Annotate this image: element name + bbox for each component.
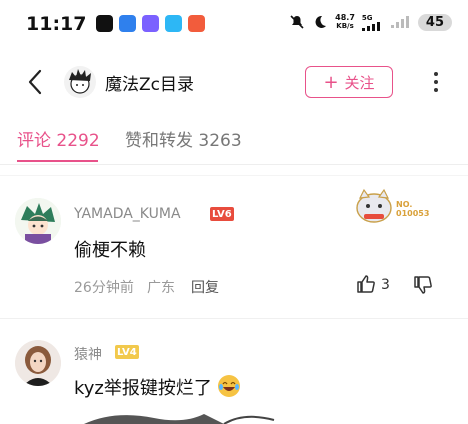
fan-badge-number: NO. 010053 <box>396 200 429 218</box>
signal-icon-2 <box>390 16 409 28</box>
level-badge: LV6 <box>210 207 234 221</box>
commenter-username[interactable]: 猿神 <box>74 344 102 364</box>
tab-comments[interactable]: 评论 2292 <box>17 126 100 151</box>
clock: 11:17 <box>26 13 87 35</box>
fan-badge-digits: 010053 <box>396 209 430 218</box>
app-header: 魔法Zc目录 + 关注 <box>0 56 468 108</box>
fan-badge <box>352 188 396 228</box>
follow-label: 关注 <box>344 73 375 92</box>
portrait-avatar-icon <box>15 340 61 386</box>
follow-button[interactable]: + 关注 <box>305 66 393 98</box>
app-icon-purple <box>142 15 159 32</box>
thumbs-down-icon[interactable] <box>413 275 433 295</box>
divider <box>0 175 468 176</box>
signal-icon <box>361 21 380 31</box>
app-icon-blue <box>119 15 136 32</box>
level-badge: LV4 <box>115 345 139 359</box>
comment-text: 偷梗不赖 <box>74 240 146 261</box>
author-avatar[interactable] <box>64 66 96 98</box>
anime-avatar-icon <box>69 69 91 94</box>
author-name[interactable]: 魔法Zc目录 <box>105 70 194 95</box>
reply-button[interactable]: 回复 <box>191 277 219 297</box>
divider <box>0 318 468 319</box>
more-options-icon[interactable] <box>428 70 444 94</box>
comment-text-content: kyz举报键按烂了 <box>74 378 212 399</box>
active-tab-indicator <box>17 160 98 162</box>
comment-time: 26分钟前 <box>74 280 134 296</box>
system-icons: 48.7 KB/s 5G 45 <box>289 13 452 31</box>
anime-avatar-icon <box>15 198 61 244</box>
plus-icon: + <box>323 71 339 93</box>
net-speed: 48.7 KB/s <box>335 13 355 31</box>
mute-icon <box>290 15 304 29</box>
qq-icon <box>96 15 113 32</box>
cat-badge-icon <box>356 188 392 223</box>
moon-icon <box>315 15 327 28</box>
status-bar: 11:17 48.7 KB/s 5G 45 <box>0 0 468 50</box>
thumbs-up-icon[interactable] <box>356 274 376 294</box>
network-type: 5G <box>361 13 373 22</box>
commenter-avatar[interactable] <box>15 198 61 244</box>
app-icon-cyan <box>165 15 182 32</box>
like-count: 3 <box>381 277 390 293</box>
commenter-username[interactable]: YAMADA_KUMA <box>74 206 181 222</box>
app-icon-red <box>188 15 205 32</box>
comment-text: kyz举报键按烂了 <box>74 374 240 400</box>
fan-badge-prefix: NO. <box>396 200 413 209</box>
battery-indicator: 45 <box>417 13 452 31</box>
comment-location: 广东 <box>147 280 175 296</box>
commenter-avatar[interactable] <box>15 340 61 386</box>
tab-likes-reposts[interactable]: 赞和转发 3263 <box>125 126 242 151</box>
back-arrow-icon[interactable] <box>22 68 50 96</box>
net-speed-unit: KB/s <box>336 22 354 30</box>
divider <box>0 164 468 165</box>
laughing-tears-emoji-icon <box>217 375 240 397</box>
signal-block: 5G <box>361 13 384 31</box>
notification-icons <box>96 15 205 32</box>
comment-tabs: 评论 2292 赞和转发 3263 <box>0 122 468 164</box>
sketch-image-icon <box>84 414 275 424</box>
net-speed-value: 48.7 <box>335 13 355 22</box>
comment-image-preview[interactable] <box>74 408 314 424</box>
